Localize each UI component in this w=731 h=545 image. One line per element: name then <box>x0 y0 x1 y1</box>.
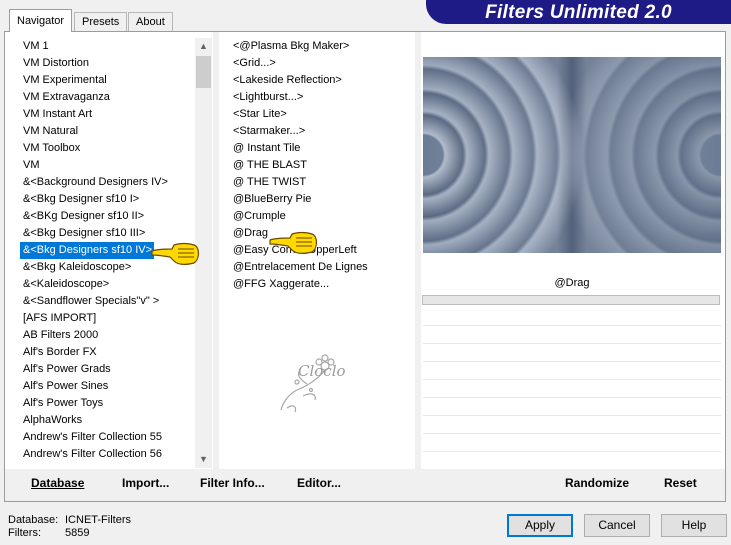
filter-item[interactable]: <Lightburst...> <box>229 89 368 106</box>
category-item[interactable]: Alf's Power Toys <box>20 395 168 412</box>
progress-bar <box>422 295 720 305</box>
category-item[interactable]: Alf's Power Sines <box>20 378 168 395</box>
filter-item[interactable]: @FFG Xaggerate... <box>229 276 368 293</box>
filter-item[interactable]: <@Plasma Bkg Maker> <box>229 38 368 55</box>
category-item[interactable]: Alf's Power Grads <box>20 361 168 378</box>
apply-button[interactable]: Apply <box>507 514 573 537</box>
category-item[interactable]: &<Bkg Designer sf10 I> <box>20 191 168 208</box>
filters-info: Filters: 5859 <box>8 527 89 539</box>
filter-item[interactable]: @ THE BLAST <box>229 157 368 174</box>
category-item[interactable]: &<Bkg Kaleidoscope> <box>20 259 168 276</box>
slider-row <box>423 415 721 416</box>
category-item[interactable]: &<Background Designers IV> <box>20 174 168 191</box>
category-item[interactable]: AlphaWorks <box>20 412 168 429</box>
filters-count: 5859 <box>65 527 90 539</box>
filter-item[interactable]: @ THE TWIST <box>229 174 368 191</box>
tab-presets[interactable]: Presets <box>74 12 128 31</box>
scroll-thumb[interactable] <box>196 56 211 88</box>
slider-row <box>423 361 721 362</box>
flower-watermark-icon <box>280 354 335 413</box>
navigator-panel: VM 1 VM Distortion VM Experimental VM Ex… <box>4 31 726 502</box>
filter-item[interactable]: <Lakeside Reflection> <box>229 72 368 89</box>
tab-about[interactable]: About <box>128 12 173 31</box>
editor-button[interactable]: Editor... <box>297 476 341 490</box>
category-list[interactable]: VM 1 VM Distortion VM Experimental VM Ex… <box>20 38 168 463</box>
slider-row <box>423 451 721 452</box>
category-item[interactable]: VM 1 <box>20 38 168 55</box>
filter-item[interactable]: <Star Lite> <box>229 106 368 123</box>
filter-item[interactable]: @BlueBerry Pie <box>229 191 368 208</box>
category-item[interactable]: [AFS IMPORT] <box>20 310 168 327</box>
help-button[interactable]: Help <box>661 514 727 537</box>
watermark-text: Cloclo <box>298 362 346 380</box>
category-item[interactable]: VM Experimental <box>20 72 168 89</box>
slider-row <box>423 433 721 434</box>
category-item-selected[interactable]: &<Bkg Designers sf10 IV> <box>20 242 155 259</box>
filter-item[interactable]: <Grid...> <box>229 55 368 72</box>
tab-navigator[interactable]: Navigator <box>9 9 73 32</box>
filter-item[interactable]: <Starmaker...> <box>229 123 368 140</box>
app-banner: Filters Unlimited 2.0 <box>426 0 731 24</box>
slider-row <box>423 343 721 344</box>
database-button[interactable]: Database <box>31 476 84 490</box>
randomize-button[interactable]: Randomize <box>565 476 629 490</box>
pointing-hand-icon <box>269 231 318 254</box>
import-button[interactable]: Import... <box>122 476 169 490</box>
category-item[interactable]: VM Distortion <box>20 55 168 72</box>
category-item[interactable]: &<Sandflower Specials"v" > <box>20 293 168 310</box>
filter-item[interactable]: @ Instant Tile <box>229 140 368 157</box>
slider-row <box>423 379 721 380</box>
slider-row <box>423 325 721 326</box>
filter-info-button[interactable]: Filter Info... <box>200 476 265 490</box>
category-item[interactable]: &<Bkg Designer sf10 III> <box>20 225 168 242</box>
database-value: ICNET-Filters <box>65 514 131 526</box>
reset-button[interactable]: Reset <box>664 476 697 490</box>
category-item[interactable]: AB Filters 2000 <box>20 327 168 344</box>
category-item[interactable]: VM Extravaganza <box>20 89 168 106</box>
slider-row <box>423 397 721 398</box>
cancel-button[interactable]: Cancel <box>584 514 650 537</box>
category-item[interactable]: VM <box>20 157 168 174</box>
category-item[interactable]: &<BKg Designer sf10 II> <box>20 208 168 225</box>
database-info: Database: ICNET-Filters <box>8 514 131 526</box>
preview-filter-name: @Drag <box>554 277 590 289</box>
category-item[interactable]: Andrew's Filter Collection 56 <box>20 446 168 463</box>
category-item[interactable]: Andrew's Filter Collection 55 <box>20 429 168 446</box>
filter-item[interactable]: @Crumple <box>229 208 368 225</box>
scroll-down-icon[interactable]: ▼ <box>195 451 212 468</box>
category-item[interactable]: Alf's Border FX <box>20 344 168 361</box>
category-item[interactable]: VM Natural <box>20 123 168 140</box>
pointing-hand-icon <box>151 242 200 265</box>
category-item[interactable]: VM Instant Art <box>20 106 168 123</box>
database-label: Database: <box>8 514 59 526</box>
column-divider <box>213 32 219 469</box>
category-item[interactable]: &<Kaleidoscope> <box>20 276 168 293</box>
column-divider <box>415 32 421 469</box>
filter-item[interactable]: @Entrelacement De Lignes <box>229 259 368 276</box>
filter-preview-image <box>423 57 721 253</box>
category-item[interactable]: VM Toolbox <box>20 140 168 157</box>
filters-label: Filters: <box>8 527 41 539</box>
scroll-up-icon[interactable]: ▲ <box>195 38 212 55</box>
